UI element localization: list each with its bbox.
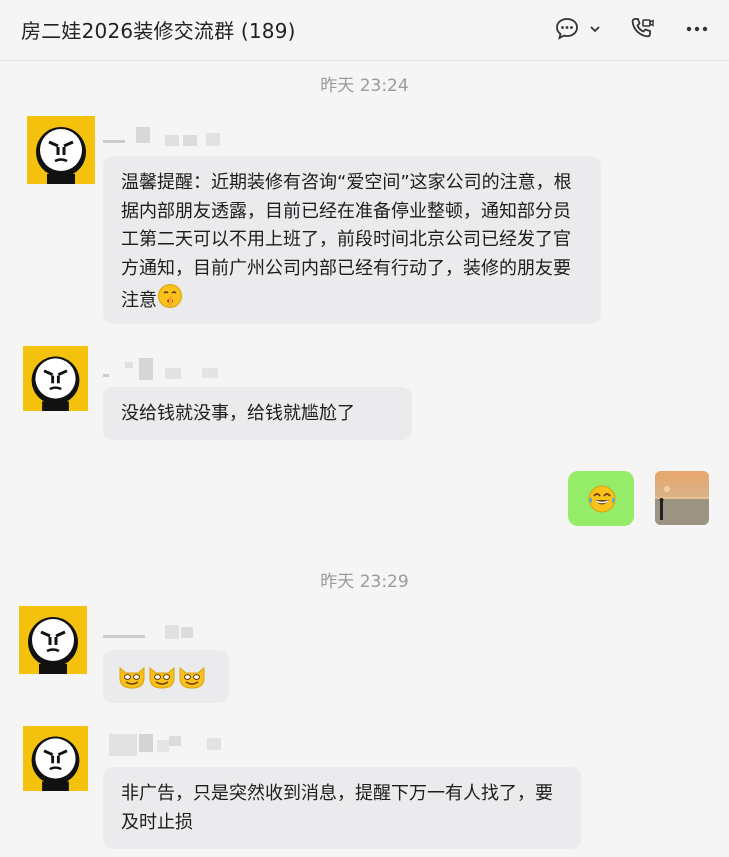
sunset-photo-icon: [655, 471, 709, 525]
cartoon-face-icon: [27, 116, 95, 184]
grinning-cat-emoji: [179, 666, 205, 689]
message-bubble[interactable]: 没给钱就没事，给钱就尴尬了: [103, 387, 412, 440]
message-bubble[interactable]: 温馨提醒：近期装修有咨询“爱空间”这家公司的注意，根据内部朋友透露，目前已经在准…: [103, 156, 601, 324]
cartoon-face-icon: [23, 346, 88, 411]
timestamp: 昨天 23:24: [320, 76, 409, 96]
message-text: 温馨提醒：近期装修有咨询“爱空间”这家公司的注意，根据内部朋友透露，目前已经在准…: [121, 172, 572, 311]
sender-name-blurred: [103, 358, 223, 380]
sender-name-blurred: [103, 623, 203, 639]
avatar[interactable]: [23, 346, 88, 411]
cat-emoji-row: [117, 665, 207, 689]
shushing-face-emoji: [157, 283, 183, 319]
sender-name-blurred: [103, 127, 223, 146]
timestamp: 昨天 23:29: [320, 572, 409, 592]
more-icon[interactable]: [682, 14, 712, 44]
outgoing-message-bubble[interactable]: [568, 471, 634, 526]
message-bubble[interactable]: [103, 650, 229, 703]
cartoon-face-icon: [19, 606, 87, 674]
message-text: 没给钱就没事，给钱就尴尬了: [121, 403, 355, 424]
grinning-cat-emoji: [119, 666, 145, 689]
message-text: 非广告，只是突然收到消息，提醒下万一有人找了，要及时止损: [121, 783, 553, 833]
avatar[interactable]: [19, 606, 87, 674]
grinning-cat-emoji: [149, 666, 175, 689]
chat-bubble-icon[interactable]: [552, 14, 582, 44]
chat-header: 房二娃2026装修交流群 (189): [0, 0, 729, 61]
tears-of-joy-emoji: [588, 485, 616, 513]
chevron-down-icon[interactable]: [584, 14, 606, 44]
sender-name-blurred: [103, 734, 223, 756]
video-call-icon[interactable]: [627, 14, 657, 44]
group-title: 房二娃2026装修交流群 (189): [21, 19, 296, 43]
avatar[interactable]: [23, 726, 88, 791]
cartoon-face-icon: [23, 726, 88, 791]
my-avatar[interactable]: [655, 471, 709, 525]
message-bubble[interactable]: 非广告，只是突然收到消息，提醒下万一有人找了，要及时止损: [103, 767, 581, 849]
avatar[interactable]: [27, 116, 95, 184]
